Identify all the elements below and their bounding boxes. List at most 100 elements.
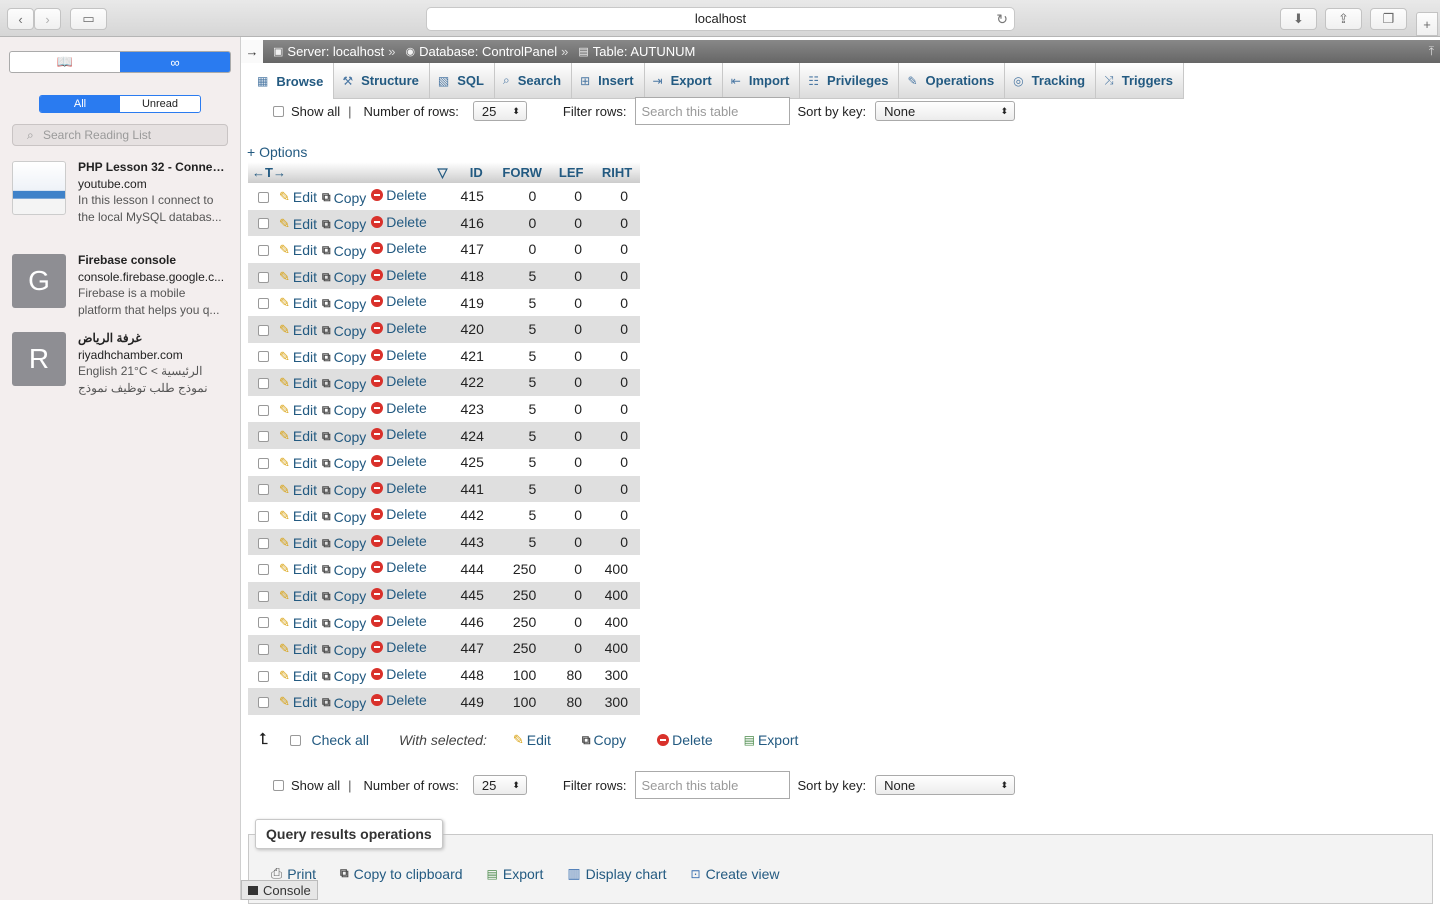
- column-header-lef[interactable]: LEF: [548, 162, 595, 183]
- row-delete-button[interactable]: Delete: [371, 613, 427, 629]
- cell-lef[interactable]: 0: [548, 422, 595, 449]
- row-delete-button[interactable]: Delete: [371, 559, 427, 575]
- cell-forw[interactable]: 0: [496, 209, 549, 237]
- row-copy-button[interactable]: ⧉ Copy: [322, 296, 366, 312]
- cell-riht[interactable]: 0: [594, 236, 640, 263]
- back-button[interactable]: ‹: [7, 8, 34, 30]
- row-copy-button[interactable]: ⧉ Copy: [322, 216, 366, 232]
- cell-forw[interactable]: 5: [496, 502, 549, 529]
- cell-forw[interactable]: 5: [496, 528, 549, 556]
- filter-unread[interactable]: Unread: [120, 96, 200, 112]
- tab-import[interactable]: ⇤ Import: [722, 63, 801, 99]
- cell-lef[interactable]: 0: [548, 448, 595, 476]
- reading-list-search[interactable]: ⌕ Search Reading List: [12, 124, 228, 146]
- cell-forw[interactable]: 5: [496, 475, 549, 503]
- bulk-export-button[interactable]: ▤ Export: [744, 732, 799, 748]
- row-edit-button[interactable]: ✎ Edit: [279, 189, 317, 205]
- row-checkbox[interactable]: [258, 271, 269, 283]
- cell-riht[interactable]: 0: [594, 369, 640, 396]
- row-edit-button[interactable]: ✎ Edit: [279, 694, 317, 710]
- tab-tracking[interactable]: ◎ Tracking: [1005, 63, 1097, 99]
- check-all-checkbox[interactable]: [290, 734, 302, 746]
- row-checkbox[interactable]: [258, 643, 269, 655]
- row-edit-button[interactable]: ✎ Edit: [279, 375, 317, 391]
- collapse-icon[interactable]: ⤒: [1429, 44, 1434, 59]
- share-button[interactable]: ⇪: [1325, 8, 1362, 30]
- row-edit-button[interactable]: ✎ Edit: [279, 428, 317, 444]
- cell-riht[interactable]: 0: [594, 315, 640, 343]
- cell-riht[interactable]: 400: [594, 581, 640, 609]
- row-copy-button[interactable]: ⧉ Copy: [322, 402, 366, 418]
- row-delete-button[interactable]: Delete: [371, 214, 427, 230]
- show-all-checkbox[interactable]: [273, 105, 284, 117]
- row-checkbox[interactable]: [258, 324, 269, 336]
- row-edit-button[interactable]: ✎ Edit: [279, 561, 317, 577]
- cell-lef[interactable]: 0: [548, 342, 595, 370]
- new-tab-button[interactable]: +: [1416, 12, 1438, 36]
- cell-id[interactable]: 447: [456, 635, 497, 662]
- row-delete-button[interactable]: Delete: [371, 373, 427, 389]
- sidebar-toggle-button[interactable]: ▭: [70, 8, 107, 30]
- row-edit-button[interactable]: ✎ Edit: [279, 455, 317, 471]
- row-edit-button[interactable]: ✎ Edit: [279, 508, 317, 524]
- tab-sql[interactable]: ▧ SQL: [429, 63, 495, 99]
- cell-lef[interactable]: 0: [548, 581, 595, 609]
- row-delete-button[interactable]: Delete: [371, 240, 427, 256]
- reading-list-item[interactable]: R غرفة الرياض riyadhchamber.com English …: [12, 331, 232, 402]
- row-checkbox[interactable]: [258, 218, 269, 230]
- cell-riht[interactable]: 0: [594, 209, 640, 237]
- rows-select[interactable]: 25 ⬍: [472, 775, 527, 795]
- export-link[interactable]: ▤ Export: [487, 865, 544, 882]
- column-resizer-header[interactable]: ←T→ ▽: [248, 162, 457, 183]
- row-checkbox[interactable]: [258, 590, 269, 602]
- cell-id[interactable]: 423: [456, 395, 497, 423]
- crumb-table[interactable]: ▤ Table: AUTUNUM: [578, 44, 695, 59]
- row-checkbox[interactable]: [258, 378, 269, 389]
- row-copy-button[interactable]: ⧉ Copy: [322, 376, 366, 392]
- nav-toggle-button[interactable]: →: [241, 40, 263, 63]
- row-edit-button[interactable]: ✎ Edit: [279, 269, 317, 285]
- cell-id[interactable]: 444: [456, 555, 497, 582]
- cell-forw[interactable]: 250: [496, 635, 549, 662]
- bulk-delete-button[interactable]: Delete: [657, 732, 713, 748]
- cell-lef[interactable]: 80: [548, 661, 595, 689]
- cell-lef[interactable]: 0: [548, 555, 595, 582]
- cell-lef[interactable]: 80: [548, 688, 595, 715]
- cell-riht[interactable]: 0: [594, 475, 640, 503]
- row-copy-button[interactable]: ⧉ Copy: [322, 668, 366, 684]
- cell-id[interactable]: 445: [456, 581, 497, 609]
- tab-browse[interactable]: ▦ Browse: [249, 63, 335, 99]
- column-header-forw[interactable]: FORW: [496, 162, 549, 183]
- row-checkbox[interactable]: [258, 537, 269, 549]
- row-edit-button[interactable]: ✎ Edit: [279, 349, 317, 365]
- cell-id[interactable]: 415: [456, 183, 497, 210]
- tab-privileges[interactable]: ☷ Privileges: [800, 63, 900, 99]
- row-checkbox[interactable]: [258, 351, 269, 363]
- row-copy-button[interactable]: ⧉ Copy: [322, 323, 366, 339]
- cell-forw[interactable]: 0: [496, 236, 549, 263]
- cell-id[interactable]: 422: [456, 369, 497, 396]
- row-copy-button[interactable]: ⧉ Copy: [322, 509, 366, 525]
- cell-lef[interactable]: 0: [548, 209, 595, 237]
- cell-forw[interactable]: 5: [496, 289, 549, 316]
- row-copy-button[interactable]: ⧉ Copy: [322, 642, 366, 658]
- cell-riht[interactable]: 0: [594, 289, 640, 316]
- row-delete-button[interactable]: Delete: [371, 506, 427, 522]
- cell-id[interactable]: 425: [456, 448, 497, 476]
- crumb-database[interactable]: ◉ Database: ControlPanel: [405, 44, 557, 59]
- cell-lef[interactable]: 0: [548, 262, 595, 290]
- url-bar[interactable]: localhost ↻: [426, 7, 1015, 31]
- cell-forw[interactable]: 5: [496, 395, 549, 423]
- row-delete-button[interactable]: Delete: [371, 400, 427, 416]
- cell-forw[interactable]: 0: [496, 183, 549, 210]
- filter-all[interactable]: All: [40, 96, 120, 112]
- cell-id[interactable]: 449: [456, 688, 497, 715]
- cell-lef[interactable]: 0: [548, 502, 595, 529]
- row-copy-button[interactable]: ⧉ Copy: [322, 482, 366, 498]
- row-delete-button[interactable]: Delete: [371, 320, 427, 336]
- tabs-overview-button[interactable]: ❐: [1370, 8, 1407, 30]
- check-all-link[interactable]: Check all: [311, 732, 369, 748]
- sort-select[interactable]: None ⬍: [875, 101, 1016, 121]
- cell-forw[interactable]: 5: [496, 422, 549, 449]
- row-copy-button[interactable]: ⧉ Copy: [322, 562, 366, 578]
